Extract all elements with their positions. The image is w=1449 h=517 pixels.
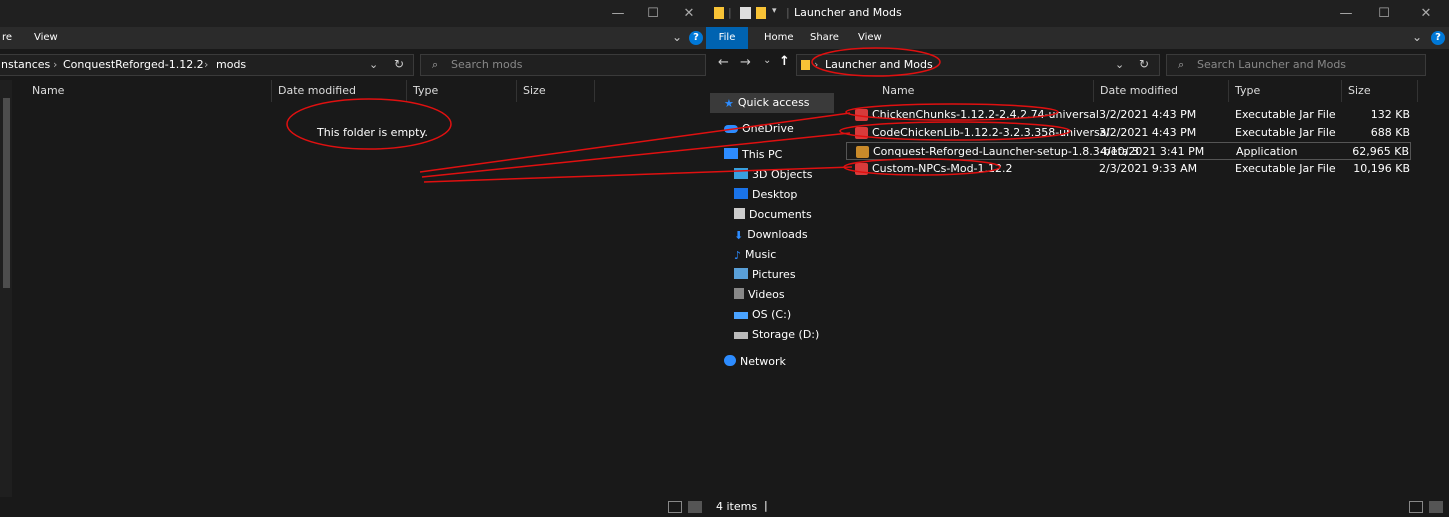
annotation-ellipse-breadcrumb: [811, 47, 941, 77]
red-annotation-overlay: [286, 47, 1071, 183]
annotation-line-custom-npcs: [423, 166, 853, 183]
annotation-ellipse-codechickenlib: [839, 121, 1071, 141]
annotation-line-chickenchunks: [419, 112, 851, 173]
annotation-line-codechickenlib: [421, 132, 851, 178]
annotation-ellipse-chickenchunks: [845, 103, 1059, 121]
annotation-ellipse-custom-npcs: [843, 158, 1001, 176]
annotation-ellipse-empty-folder: [286, 98, 452, 150]
